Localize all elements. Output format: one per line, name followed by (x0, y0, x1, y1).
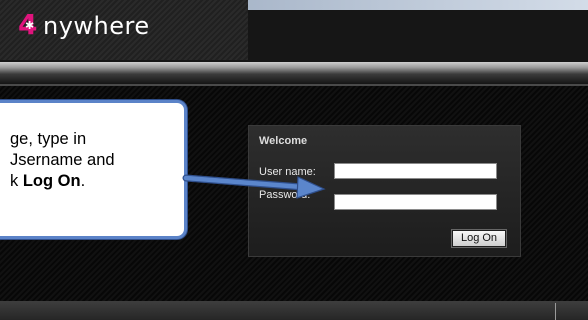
pointer-arrow-icon (182, 174, 326, 199)
